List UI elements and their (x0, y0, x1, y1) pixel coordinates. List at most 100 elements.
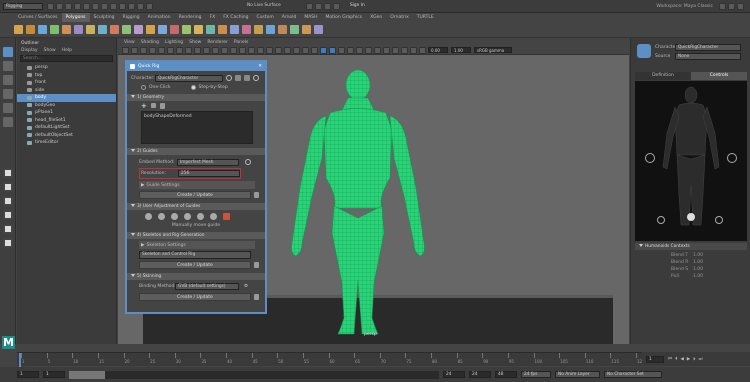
shelf-tab[interactable]: FX Caching (219, 13, 252, 22)
range-end-field[interactable]: 24 (443, 371, 465, 378)
hik-section-header[interactable]: Humanoids Contexts (635, 243, 747, 250)
step-forward-icon[interactable]: ⏵ (693, 356, 695, 362)
viewport-menu-item[interactable]: Renderer (207, 40, 228, 45)
geometry-list-item[interactable]: bodyShapeDeformed (144, 114, 250, 119)
fps-dropdown[interactable]: 24 fps (521, 371, 551, 378)
outliner-item[interactable]: top (17, 72, 116, 80)
select-guides-icon[interactable] (171, 213, 178, 220)
rotate-tool-icon[interactable] (3, 103, 13, 113)
viewport-tool-icon[interactable] (266, 46, 273, 54)
current-frame-field[interactable]: 1 (646, 355, 664, 363)
symmetry-icon[interactable] (197, 213, 204, 220)
range-start-field[interactable]: 1 (43, 371, 65, 378)
shelf-tab[interactable]: Animation (144, 13, 175, 22)
shelf-tool-icon[interactable] (38, 25, 47, 34)
shelf-tool-icon[interactable] (254, 25, 263, 34)
outliner-item[interactable]: head_fileSet1 (17, 117, 116, 125)
viewport-menu-item[interactable]: View (124, 40, 135, 45)
delete-character-icon[interactable] (244, 75, 250, 81)
viewport-tool-icon[interactable] (176, 46, 183, 54)
outliner-item[interactable]: pPlane1 (17, 109, 116, 117)
shelf-tab[interactable]: Rigging (119, 13, 144, 22)
hik-ball-icon[interactable] (687, 213, 695, 221)
center-guides-icon[interactable] (184, 213, 191, 220)
outliner-item[interactable]: side (17, 87, 116, 95)
remove-guides-icon[interactable] (223, 213, 230, 220)
help-icon[interactable] (253, 75, 259, 81)
layout-side-icon[interactable] (3, 196, 13, 206)
reset-guides-icon[interactable] (210, 213, 217, 220)
viewport-tool-icon[interactable] (320, 46, 327, 54)
hik-source-dropdown[interactable]: None (675, 53, 741, 60)
shelf-tool-icon[interactable] (278, 25, 287, 34)
shelf-tool-icon[interactable] (158, 25, 167, 34)
viewport-tool-icon[interactable] (347, 46, 354, 54)
char-set-dropdown[interactable]: No Character Set (604, 371, 662, 378)
viewport-field-2[interactable]: 1.00 (451, 47, 471, 53)
shelf-tab[interactable]: MASH (300, 13, 321, 22)
viewport-tool-icon[interactable] (140, 46, 147, 54)
hik-tab[interactable]: Definition (635, 72, 691, 80)
viewport-tool-icon[interactable] (284, 46, 291, 54)
outliner-menu-item[interactable]: Help (62, 48, 72, 53)
folder-icon[interactable] (47, 2, 54, 10)
step-by-step-radio[interactable] (190, 84, 196, 90)
hik-left-hand-control-icon[interactable] (645, 153, 655, 163)
embed-method-dropdown[interactable]: Imperfect Mesh (177, 158, 239, 166)
guides-delete-icon[interactable] (254, 192, 259, 198)
color-space-field[interactable]: sRGB gamma (474, 47, 512, 53)
outliner-item[interactable]: bodyGeo (17, 102, 116, 110)
workspace-label[interactable]: Workspace: Maya Classic (656, 4, 713, 9)
viewport-tool-icon[interactable] (149, 46, 156, 54)
add-character-icon[interactable] (235, 75, 241, 81)
layout-graph-icon[interactable] (3, 238, 13, 248)
scale-tool-icon[interactable] (3, 117, 13, 127)
viewport-field-1[interactable]: 0.00 (428, 47, 448, 53)
range-slider[interactable] (69, 370, 439, 379)
quick-rig-titlebar[interactable]: Quick Rig ✕ (127, 62, 265, 71)
skeleton-settings-row[interactable]: ▶ Skeleton Settings (139, 241, 255, 249)
layout-outliner-icon[interactable] (3, 224, 13, 234)
section-skinning[interactable]: 5) Skinning (127, 273, 265, 280)
select-component-icon[interactable] (101, 2, 108, 10)
viewport-tool-icon[interactable] (401, 46, 408, 54)
lasso-tool-icon[interactable] (3, 61, 13, 71)
toggle-tool-icon[interactable] (737, 2, 744, 10)
viewport-tool-icon[interactable] (311, 46, 318, 54)
skeleton-delete-icon[interactable] (254, 262, 259, 268)
end2-frame-field[interactable]: 48 (495, 371, 517, 378)
shelf-tool-icon[interactable] (230, 25, 239, 34)
redo-icon[interactable] (74, 2, 81, 10)
anim-layer-dropdown[interactable]: No Anim Layer (555, 371, 600, 378)
hik-row-value[interactable]: 1.00 (693, 274, 703, 279)
viewport-menu-item[interactable]: Lighting (165, 40, 183, 45)
paint-select-icon[interactable] (3, 75, 13, 85)
shelf-tab[interactable]: TURTLE (413, 13, 438, 22)
outliner-search[interactable]: Search... (20, 55, 113, 62)
hik-right-hand-control-icon[interactable] (727, 153, 737, 163)
shelf-tool-icon[interactable] (302, 25, 311, 34)
go-start-icon[interactable]: ⏮ (668, 356, 672, 362)
viewport-tool-icon[interactable] (329, 46, 336, 54)
viewport-tool-icon[interactable] (203, 46, 210, 54)
viewport-menu-item[interactable]: Panels (234, 40, 248, 45)
live-surface-field[interactable]: No Live Surface (245, 2, 300, 10)
mirror-left-icon[interactable] (145, 213, 152, 220)
step-back-icon[interactable]: ⏴ (675, 356, 677, 362)
outliner-menu-item[interactable]: Display (21, 48, 38, 53)
section-geometry[interactable]: 1) Geometry (127, 94, 265, 101)
viewport-tool-icon[interactable] (185, 46, 192, 54)
shelf-tab[interactable]: FX (206, 13, 220, 22)
shelf-tab[interactable]: Rendering (175, 13, 206, 22)
outliner-item[interactable]: front (17, 79, 116, 87)
viewport-tool-icon[interactable] (302, 46, 309, 54)
skin-delete-icon[interactable] (254, 294, 259, 300)
shelf-tab[interactable]: Curves / Surfaces (14, 13, 62, 22)
hik-character-dropdown[interactable]: QuickRigCharacter (675, 44, 741, 51)
clear-geometry-icon[interactable] (159, 102, 165, 109)
save-icon[interactable] (56, 2, 63, 10)
shelf-tool-icon[interactable] (134, 25, 143, 34)
viewport-tool-icon[interactable] (419, 46, 426, 54)
viewport-tool-icon[interactable] (383, 46, 390, 54)
shelf-tool-icon[interactable] (266, 25, 275, 34)
